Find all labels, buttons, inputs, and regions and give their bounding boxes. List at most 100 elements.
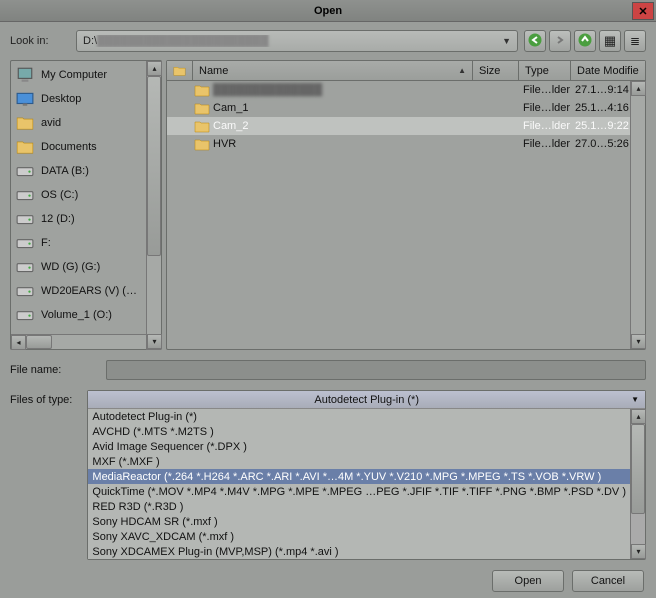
filetype-option[interactable]: Sony HDCAM SR (*.mxf ): [88, 514, 630, 529]
scroll-down-icon[interactable]: ▾: [631, 334, 646, 349]
filetype-label: Files of type:: [10, 390, 81, 406]
place-label: avid: [41, 117, 61, 129]
place-item[interactable]: F:: [11, 231, 161, 255]
filename-label: File name:: [10, 360, 100, 376]
folder-icon: [15, 114, 35, 132]
file-name: Cam_1: [211, 102, 473, 114]
lookin-combo[interactable]: D:\██████████████████████ ▼: [76, 30, 518, 52]
place-item[interactable]: Documents: [11, 135, 161, 159]
drive-win-icon: [15, 186, 35, 204]
scroll-down-icon[interactable]: ▾: [147, 334, 162, 349]
file-type: File…lder: [519, 84, 571, 96]
file-row[interactable]: ██████████████File…lder27.1…9:14: [167, 81, 645, 99]
place-item[interactable]: Volume_1 (O:): [11, 303, 161, 327]
file-name: HVR: [211, 138, 473, 150]
place-label: F:: [41, 237, 51, 249]
file-row[interactable]: HVRFile…lder27.0…5:26: [167, 135, 645, 153]
scroll-up-icon[interactable]: ▴: [147, 61, 162, 76]
place-label: Volume_1 (O:): [41, 309, 112, 321]
chevron-down-icon: ▼: [631, 395, 639, 404]
drive-icon: [15, 258, 35, 276]
place-item[interactable]: WD (G) (G:): [11, 255, 161, 279]
list-icon: ≣: [630, 34, 640, 48]
place-item[interactable]: Desktop: [11, 87, 161, 111]
chevron-down-icon: ▼: [502, 36, 511, 46]
places-pane: My Computer Desktop avid Documents DATA (B:)…: [10, 60, 162, 350]
filetype-option[interactable]: AVCHD (*.MTS *.M2TS ): [88, 424, 630, 439]
column-type[interactable]: Type: [519, 61, 571, 80]
arrow-back-icon: [528, 33, 542, 50]
folder-icon: [193, 84, 211, 97]
scroll-left-icon[interactable]: ◂: [11, 335, 26, 350]
close-icon: ✕: [638, 5, 647, 18]
file-list-pane: Name▲ Size Type Date Modifie ███████████…: [166, 60, 646, 350]
cancel-button[interactable]: Cancel: [572, 570, 644, 592]
folder-icon: [193, 102, 211, 115]
filetype-option[interactable]: MediaReactor (*.264 *.H264 *.ARC *.ARI *…: [88, 469, 630, 484]
sort-asc-icon: ▲: [458, 66, 466, 75]
filetype-option[interactable]: Sony XAVC_XDCAM (*.mxf ): [88, 529, 630, 544]
place-label: WD20EARS (V) (…: [41, 285, 137, 297]
view-list-button[interactable]: ≣: [624, 30, 646, 52]
filetype-option[interactable]: MXF (*.MXF ): [88, 454, 630, 469]
place-item[interactable]: DATA (B:): [11, 159, 161, 183]
nav-forward-button[interactable]: [549, 30, 571, 52]
place-label: My Computer: [41, 69, 107, 81]
place-item[interactable]: OS (C:): [11, 183, 161, 207]
place-item[interactable]: My Computer: [11, 63, 161, 87]
place-item[interactable]: WD20EARS (V) (…: [11, 279, 161, 303]
folder-icon: [193, 138, 211, 151]
file-type: File…lder: [519, 102, 571, 114]
file-type: File…lder: [519, 138, 571, 150]
place-label: Desktop: [41, 93, 81, 105]
view-grid-button[interactable]: ▦: [599, 30, 621, 52]
computer-icon: [15, 66, 35, 84]
filename-input[interactable]: [106, 360, 646, 380]
drive-net-icon: [15, 306, 35, 324]
column-name[interactable]: Name▲: [193, 61, 473, 80]
filetype-option[interactable]: Autodetect Plug-in (*): [88, 409, 630, 424]
open-button[interactable]: Open: [492, 570, 564, 592]
drive-icon: [15, 210, 35, 228]
column-date[interactable]: Date Modifie: [571, 61, 645, 80]
place-item[interactable]: 12 (D:): [11, 207, 161, 231]
place-item[interactable]: avid: [11, 111, 161, 135]
file-row[interactable]: Cam_1File…lder25.1…4:16: [167, 99, 645, 117]
scroll-down-icon[interactable]: ▾: [631, 544, 646, 559]
filetype-combo[interactable]: Autodetect Plug-in (*) ▼ Autodetect Plug…: [87, 390, 646, 560]
file-name: Cam_2: [211, 120, 473, 132]
nav-up-button[interactable]: [574, 30, 596, 52]
folder-icon: [193, 120, 211, 133]
file-row[interactable]: Cam_2File…lder25.1…9:22: [167, 117, 645, 135]
place-label: OS (C:): [41, 189, 78, 201]
file-list-header: Name▲ Size Type Date Modifie: [167, 61, 645, 81]
nav-back-button[interactable]: [524, 30, 546, 52]
filetype-option[interactable]: QuickTime (*.MOV *.MP4 *.M4V *.MPG *.MPE…: [88, 484, 630, 499]
place-label: DATA (B:): [41, 165, 89, 177]
filetype-selected[interactable]: Autodetect Plug-in (*) ▼: [88, 391, 645, 409]
desktop-icon: [15, 90, 35, 108]
place-label: 12 (D:): [41, 213, 75, 225]
file-scrollbar-v[interactable]: ▴ ▾: [630, 81, 645, 349]
column-size[interactable]: Size: [473, 61, 519, 80]
arrow-up-icon: [578, 33, 592, 50]
folder-icon: [15, 138, 35, 156]
drive-icon: [15, 282, 35, 300]
scroll-up-icon[interactable]: ▴: [631, 81, 646, 96]
place-label: Documents: [41, 141, 97, 153]
filetype-option[interactable]: Sony XDCAMEX Plug-in (MVP,MSP) (*.mp4 *.…: [88, 544, 630, 559]
filetype-option[interactable]: RED R3D (*.R3D ): [88, 499, 630, 514]
lookin-path: D:\██████████████████████: [83, 35, 502, 47]
close-button[interactable]: ✕: [632, 2, 654, 20]
arrow-forward-icon: [553, 33, 567, 50]
filetype-option[interactable]: Avid Image Sequencer (*.DPX ): [88, 439, 630, 454]
places-scrollbar-h[interactable]: ◂ ▸: [11, 334, 161, 349]
filetype-scrollbar[interactable]: ▴ ▾: [630, 409, 645, 559]
filetype-dropdown-list: Autodetect Plug-in (*)AVCHD (*.MTS *.M2T…: [88, 409, 645, 559]
places-scrollbar-v[interactable]: ▴ ▾: [146, 61, 161, 349]
drive-icon: [15, 162, 35, 180]
window-title: Open: [0, 5, 656, 17]
column-new[interactable]: [167, 61, 193, 80]
scroll-up-icon[interactable]: ▴: [631, 409, 646, 424]
titlebar: Open ✕: [0, 0, 656, 22]
